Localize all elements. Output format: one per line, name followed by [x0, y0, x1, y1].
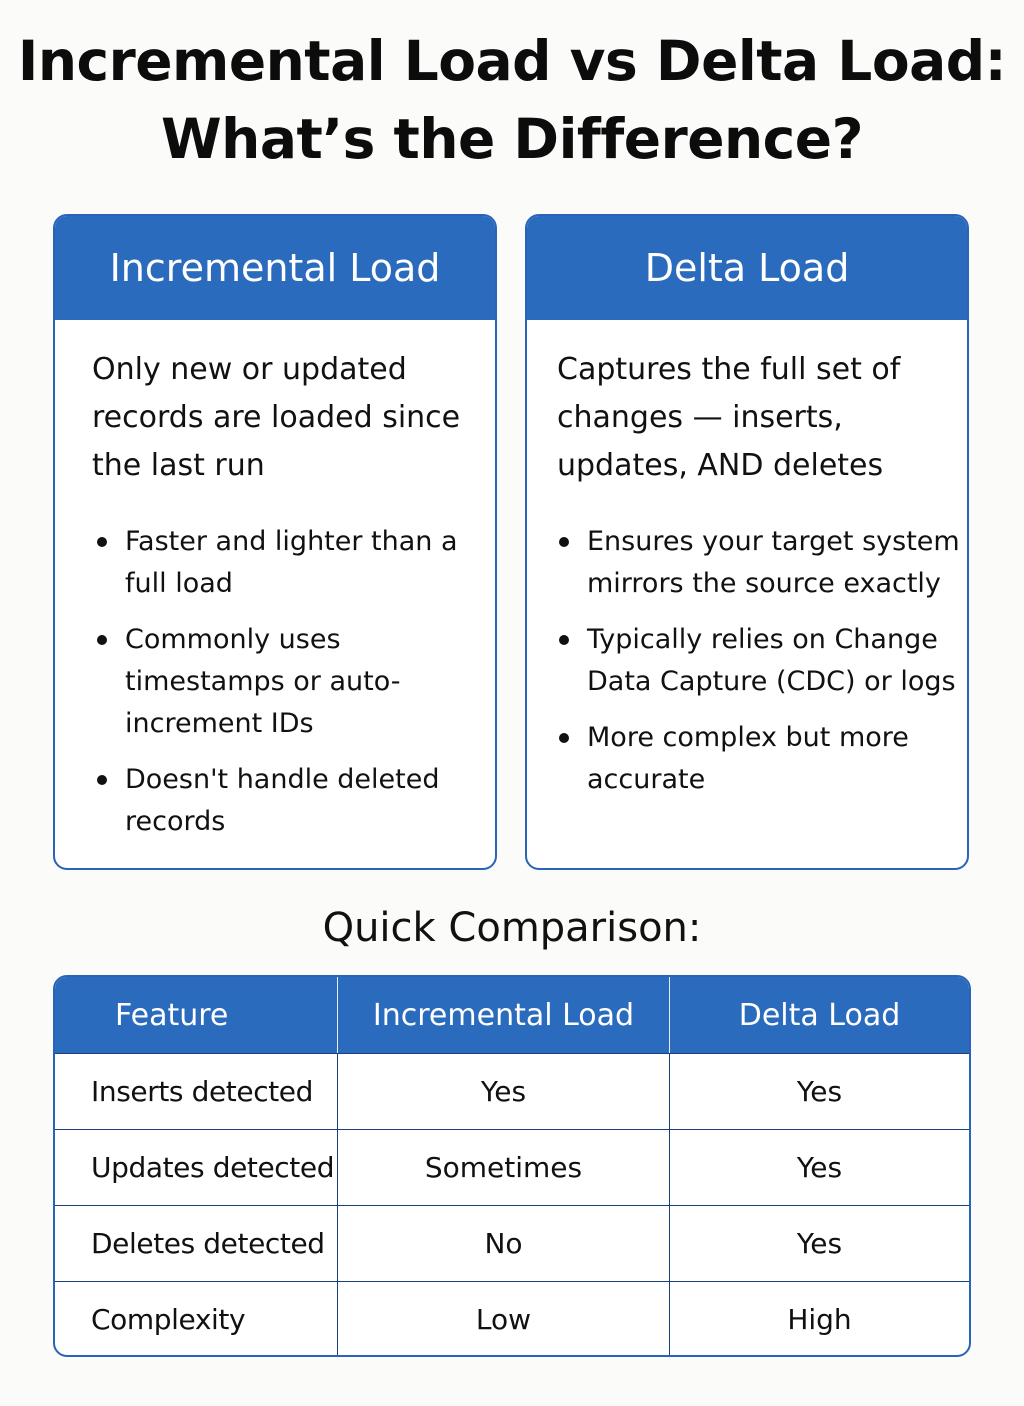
bullet-item: More complex but more accurate — [557, 717, 967, 801]
bullet-text: Commonly uses timestamps or auto-increme… — [125, 624, 401, 739]
table-cell-feature: Deletes detected — [91, 1227, 325, 1260]
card-header: Delta Load — [527, 216, 967, 320]
bullet-item: Commonly uses timestamps or auto-increme… — [95, 619, 495, 745]
card-header: Incremental Load — [55, 216, 495, 320]
bullet-dot-icon — [559, 635, 569, 645]
table-row: Deletes detected No Yes — [55, 1205, 969, 1281]
bullet-text: Typically relies on Change Data Capture … — [587, 624, 956, 697]
bullet-text: Faster and lighter than a full load — [125, 526, 458, 599]
column-header: Incremental Load — [337, 977, 669, 1053]
table-row: Inserts detected Yes Yes — [55, 1053, 969, 1129]
bullet-dot-icon — [97, 537, 107, 547]
table-row: Complexity Low High — [55, 1281, 969, 1355]
bullet-item: Faster and lighter than a full load — [95, 521, 495, 605]
page-title-line-2: What’s the Difference? — [161, 107, 863, 171]
bullet-item: Typically relies on Change Data Capture … — [557, 619, 967, 703]
table-cell-feature: Updates detected — [91, 1151, 335, 1184]
comparison-table: Feature Incremental Load Delta Load Inse… — [53, 975, 971, 1357]
column-header: Delta Load — [669, 977, 969, 1053]
table-cell-incremental: Yes — [337, 1054, 669, 1129]
bullet-dot-icon — [97, 635, 107, 645]
bullet-dot-icon — [559, 733, 569, 743]
page-title-line-1: Incremental Load vs Delta Load: — [17, 29, 1007, 93]
column-header: Feature — [115, 997, 229, 1033]
table-cell-delta: Yes — [669, 1206, 969, 1281]
card-description: Captures the full set of changes — inser… — [557, 352, 901, 483]
bullet-dot-icon — [97, 775, 107, 785]
table-cell-delta: Yes — [669, 1054, 969, 1129]
card-bullet-list: Faster and lighter than a full load Comm… — [95, 521, 495, 857]
bullet-dot-icon — [559, 537, 569, 547]
table-cell-delta: High — [669, 1282, 969, 1355]
bullet-text: Ensures your target system mirrors the s… — [587, 526, 960, 599]
card-description: Only new or updated records are loaded s… — [92, 352, 461, 483]
table-header-row: Feature Incremental Load Delta Load — [55, 977, 969, 1053]
table-cell-incremental: No — [337, 1206, 669, 1281]
table-cell-incremental: Low — [337, 1282, 669, 1355]
delta-load-card: Delta Load Captures the full set of chan… — [525, 214, 969, 870]
table-cell-feature: Complexity — [91, 1303, 246, 1336]
table-row: Updates detected Sometimes Yes — [55, 1129, 969, 1205]
bullet-text: More complex but more accurate — [587, 722, 909, 795]
table-cell-incremental: Sometimes — [337, 1130, 669, 1205]
card-bullet-list: Ensures your target system mirrors the s… — [557, 521, 967, 815]
bullet-item: Doesn't handle deleted records — [95, 759, 495, 843]
page-title: Incremental Load vs Delta Load: What’s t… — [0, 22, 1024, 178]
table-cell-feature: Inserts detected — [91, 1075, 313, 1108]
incremental-load-card: Incremental Load Only new or updated rec… — [53, 214, 497, 870]
bullet-text: Doesn't handle deleted records — [125, 764, 440, 837]
comparison-title: Quick Comparison: — [322, 905, 702, 951]
bullet-item: Ensures your target system mirrors the s… — [557, 521, 967, 605]
table-cell-delta: Yes — [669, 1130, 969, 1205]
